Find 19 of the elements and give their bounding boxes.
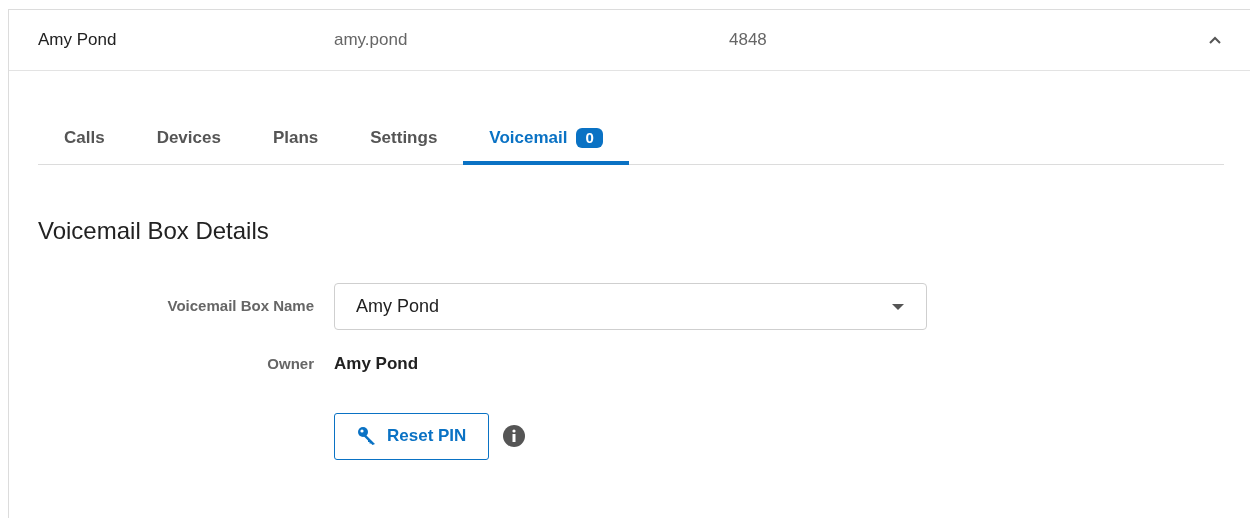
extension: 4848 <box>729 29 767 52</box>
section-title: Voicemail Box Details <box>38 216 270 246</box>
user-name: Amy Pond <box>38 29 118 52</box>
info-icon[interactable] <box>503 425 526 447</box>
select-field[interactable]: Amy Pond <box>334 283 927 330</box>
tab[interactable]: Settings <box>344 110 464 165</box>
owner-value: Amy Pond <box>334 353 419 375</box>
tab[interactable]: Voicemail 0 <box>463 110 629 165</box>
count-badge: 0 <box>576 127 603 148</box>
chevron-up-icon[interactable] <box>1208 35 1222 45</box>
field-label: Voicemail Box Name <box>166 296 314 317</box>
tab[interactable]: Calls <box>38 110 131 165</box>
key-icon <box>357 426 377 446</box>
username: amy.pond <box>334 29 409 52</box>
caret-icon <box>892 303 904 310</box>
reset-pin-button[interactable]: Reset PIN <box>334 412 490 460</box>
tab[interactable]: Devices <box>130 110 247 165</box>
tab[interactable]: Plans <box>246 110 345 165</box>
field-label: Owner <box>266 353 314 374</box>
